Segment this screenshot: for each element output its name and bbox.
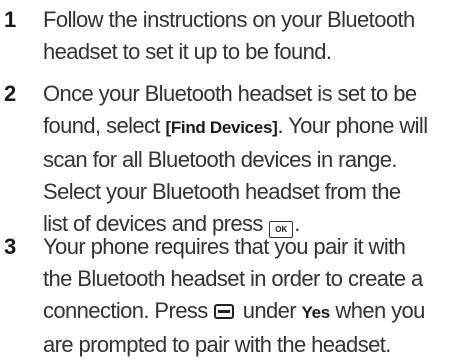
- step-line: Select your Bluetooth headset from the: [43, 179, 401, 204]
- softkey-icon: [214, 304, 235, 319]
- step-text-segment: . Your phone will: [277, 113, 428, 138]
- step-line: headset to set it up to be found.: [43, 39, 332, 64]
- step-line: Once your Bluetooth headset is set to be: [43, 81, 417, 106]
- step-text: Your phone requires that you pair it wit…: [43, 231, 461, 361]
- step-number: 1: [4, 7, 17, 32]
- step-number: 3: [4, 234, 17, 259]
- find-devices-softkey-label: [Find Devices]: [165, 118, 278, 137]
- step-line: found, select [Find Devices]. Your phone…: [43, 110, 461, 144]
- step-text: Once your Bluetooth headset is set to be…: [43, 78, 461, 240]
- step-line: Follow the instructions on your Bluetoot…: [43, 7, 415, 32]
- step-line: Your phone requires that you pair it wit…: [43, 234, 406, 259]
- step-text-segment: when you: [329, 298, 425, 323]
- step-text-segment: found, select: [43, 113, 166, 138]
- step-line: are prompted to pair with the headset.: [43, 332, 391, 357]
- step-line: connection. Press under Yes when you: [43, 295, 461, 329]
- step-line: the Bluetooth headset in order to create…: [43, 266, 423, 291]
- step-number: 2: [4, 81, 17, 106]
- step-text: Follow the instructions on your Bluetoot…: [43, 4, 461, 68]
- step-text-segment: under: [237, 298, 302, 323]
- yes-softkey-label: Yes: [301, 303, 330, 322]
- step-text-segment: connection. Press: [43, 298, 214, 323]
- step-line: scan for all Bluetooth devices in range.: [43, 147, 397, 172]
